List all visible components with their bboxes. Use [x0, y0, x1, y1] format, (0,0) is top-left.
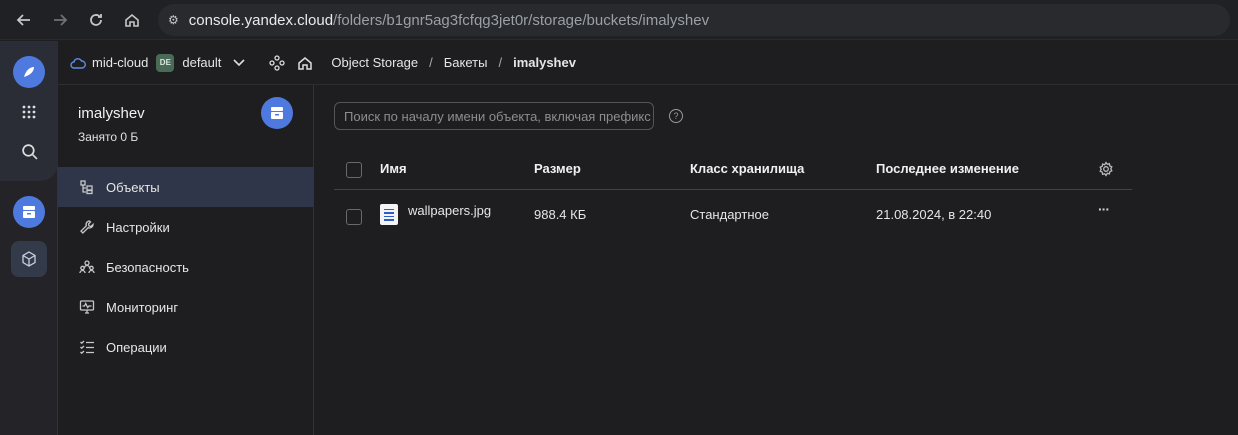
sidebar-item-objects[interactable]: Объекты — [58, 167, 314, 207]
sidebar-item-label: Операции — [106, 339, 167, 355]
sidebar-item-label: Настройки — [106, 219, 170, 235]
folder-badge: DE — [156, 53, 175, 72]
header-bar: mid-cloud DE default Object Storage / Ба… — [58, 41, 1238, 85]
sidebar-item-label: Объекты — [106, 179, 160, 195]
sidebar-item-label: Мониторинг — [106, 299, 179, 315]
select-all-checkbox[interactable] — [346, 162, 362, 178]
home-button[interactable] — [114, 2, 150, 38]
sidebar-item-monitoring[interactable]: Мониторинг — [58, 287, 314, 327]
sidebar-item-operations[interactable]: Операции — [58, 327, 314, 367]
file-size: 988.4 КБ — [534, 207, 587, 222]
help-icon[interactable]: ? — [669, 109, 683, 123]
url-host: console.yandex.cloud — [188, 11, 334, 29]
monitor-icon — [78, 299, 96, 315]
breadcrumb-current-bucket: imalyshev — [513, 55, 576, 70]
cloud-name[interactable]: mid-cloud — [92, 55, 148, 70]
bucket-title: imalyshev — [78, 105, 145, 122]
search-icon[interactable] — [11, 133, 47, 169]
browser-toolbar: ⚙ console.yandex.cloud/folders/b1gnr5ag3… — [0, 0, 1238, 40]
sidebar-item-settings[interactable]: Настройки — [58, 207, 314, 247]
breadcrumb-separator: / — [429, 55, 433, 70]
file-modified: 21.08.2024, в 22:40 — [876, 207, 992, 222]
people-icon — [78, 259, 96, 275]
address-bar[interactable]: ⚙ console.yandex.cloud/folders/b1gnr5ag3… — [158, 4, 1230, 36]
cloud-icon — [70, 57, 86, 69]
forward-button[interactable] — [42, 2, 78, 38]
folder-name[interactable]: default — [182, 55, 221, 70]
sidebar-item-label: Безопасность — [106, 259, 189, 275]
objects-icon — [78, 179, 96, 195]
row-checkbox[interactable] — [346, 209, 362, 225]
objects-panel: Поиск по началу имени объекта, включая п… — [314, 85, 1238, 435]
column-header-name[interactable]: Имя — [380, 161, 407, 176]
bucket-sidebar: imalyshev Занято 0 Б Объекты Настройки Б… — [58, 85, 314, 435]
home-icon[interactable] — [297, 55, 313, 71]
column-header-storage-class[interactable]: Класс хранилища — [690, 161, 804, 176]
object-storage-service-icon[interactable] — [11, 194, 47, 230]
breadcrumb-object-storage[interactable]: Object Storage — [331, 55, 418, 70]
list-icon — [78, 339, 96, 355]
search-input[interactable]: Поиск по началу имени объекта, включая п… — [334, 102, 654, 130]
column-header-size[interactable]: Размер — [534, 161, 581, 176]
reload-button[interactable] — [78, 2, 114, 38]
box-icon[interactable] — [11, 241, 47, 277]
back-button[interactable] — [6, 2, 42, 38]
yandex-cloud-logo-icon[interactable] — [13, 56, 45, 88]
column-header-modified[interactable]: Последнее изменение — [876, 161, 1019, 176]
console-app: mid-cloud DE default Object Storage / Ба… — [0, 41, 1238, 435]
file-name-link[interactable]: wallpapers.jpg — [408, 203, 491, 218]
chevron-down-icon[interactable] — [233, 58, 245, 67]
bucket-usage: Занято 0 Б — [78, 130, 139, 144]
hierarchy-icon[interactable] — [269, 54, 286, 71]
search-placeholder: Поиск по началу имени объекта, включая п… — [344, 108, 651, 124]
header-divider — [334, 189, 1132, 190]
file-storage-class: Стандартное — [690, 207, 769, 222]
breadcrumb-buckets[interactable]: Бакеты — [444, 55, 488, 70]
breadcrumb-separator: / — [498, 55, 503, 70]
file-icon — [380, 204, 398, 225]
url-path: /folders/b1gnr5ag3fcfqg3jet0r/storage/bu… — [333, 11, 710, 29]
row-actions-button[interactable]: ··· — [1098, 201, 1110, 217]
services-grid-icon[interactable] — [11, 94, 47, 130]
global-rail — [0, 41, 58, 435]
bucket-icon — [261, 97, 293, 129]
gear-icon[interactable] — [1098, 161, 1114, 177]
site-info-icon[interactable]: ⚙ — [168, 13, 179, 27]
sidebar-item-security[interactable]: Безопасность — [58, 247, 314, 287]
wrench-icon — [78, 219, 96, 235]
